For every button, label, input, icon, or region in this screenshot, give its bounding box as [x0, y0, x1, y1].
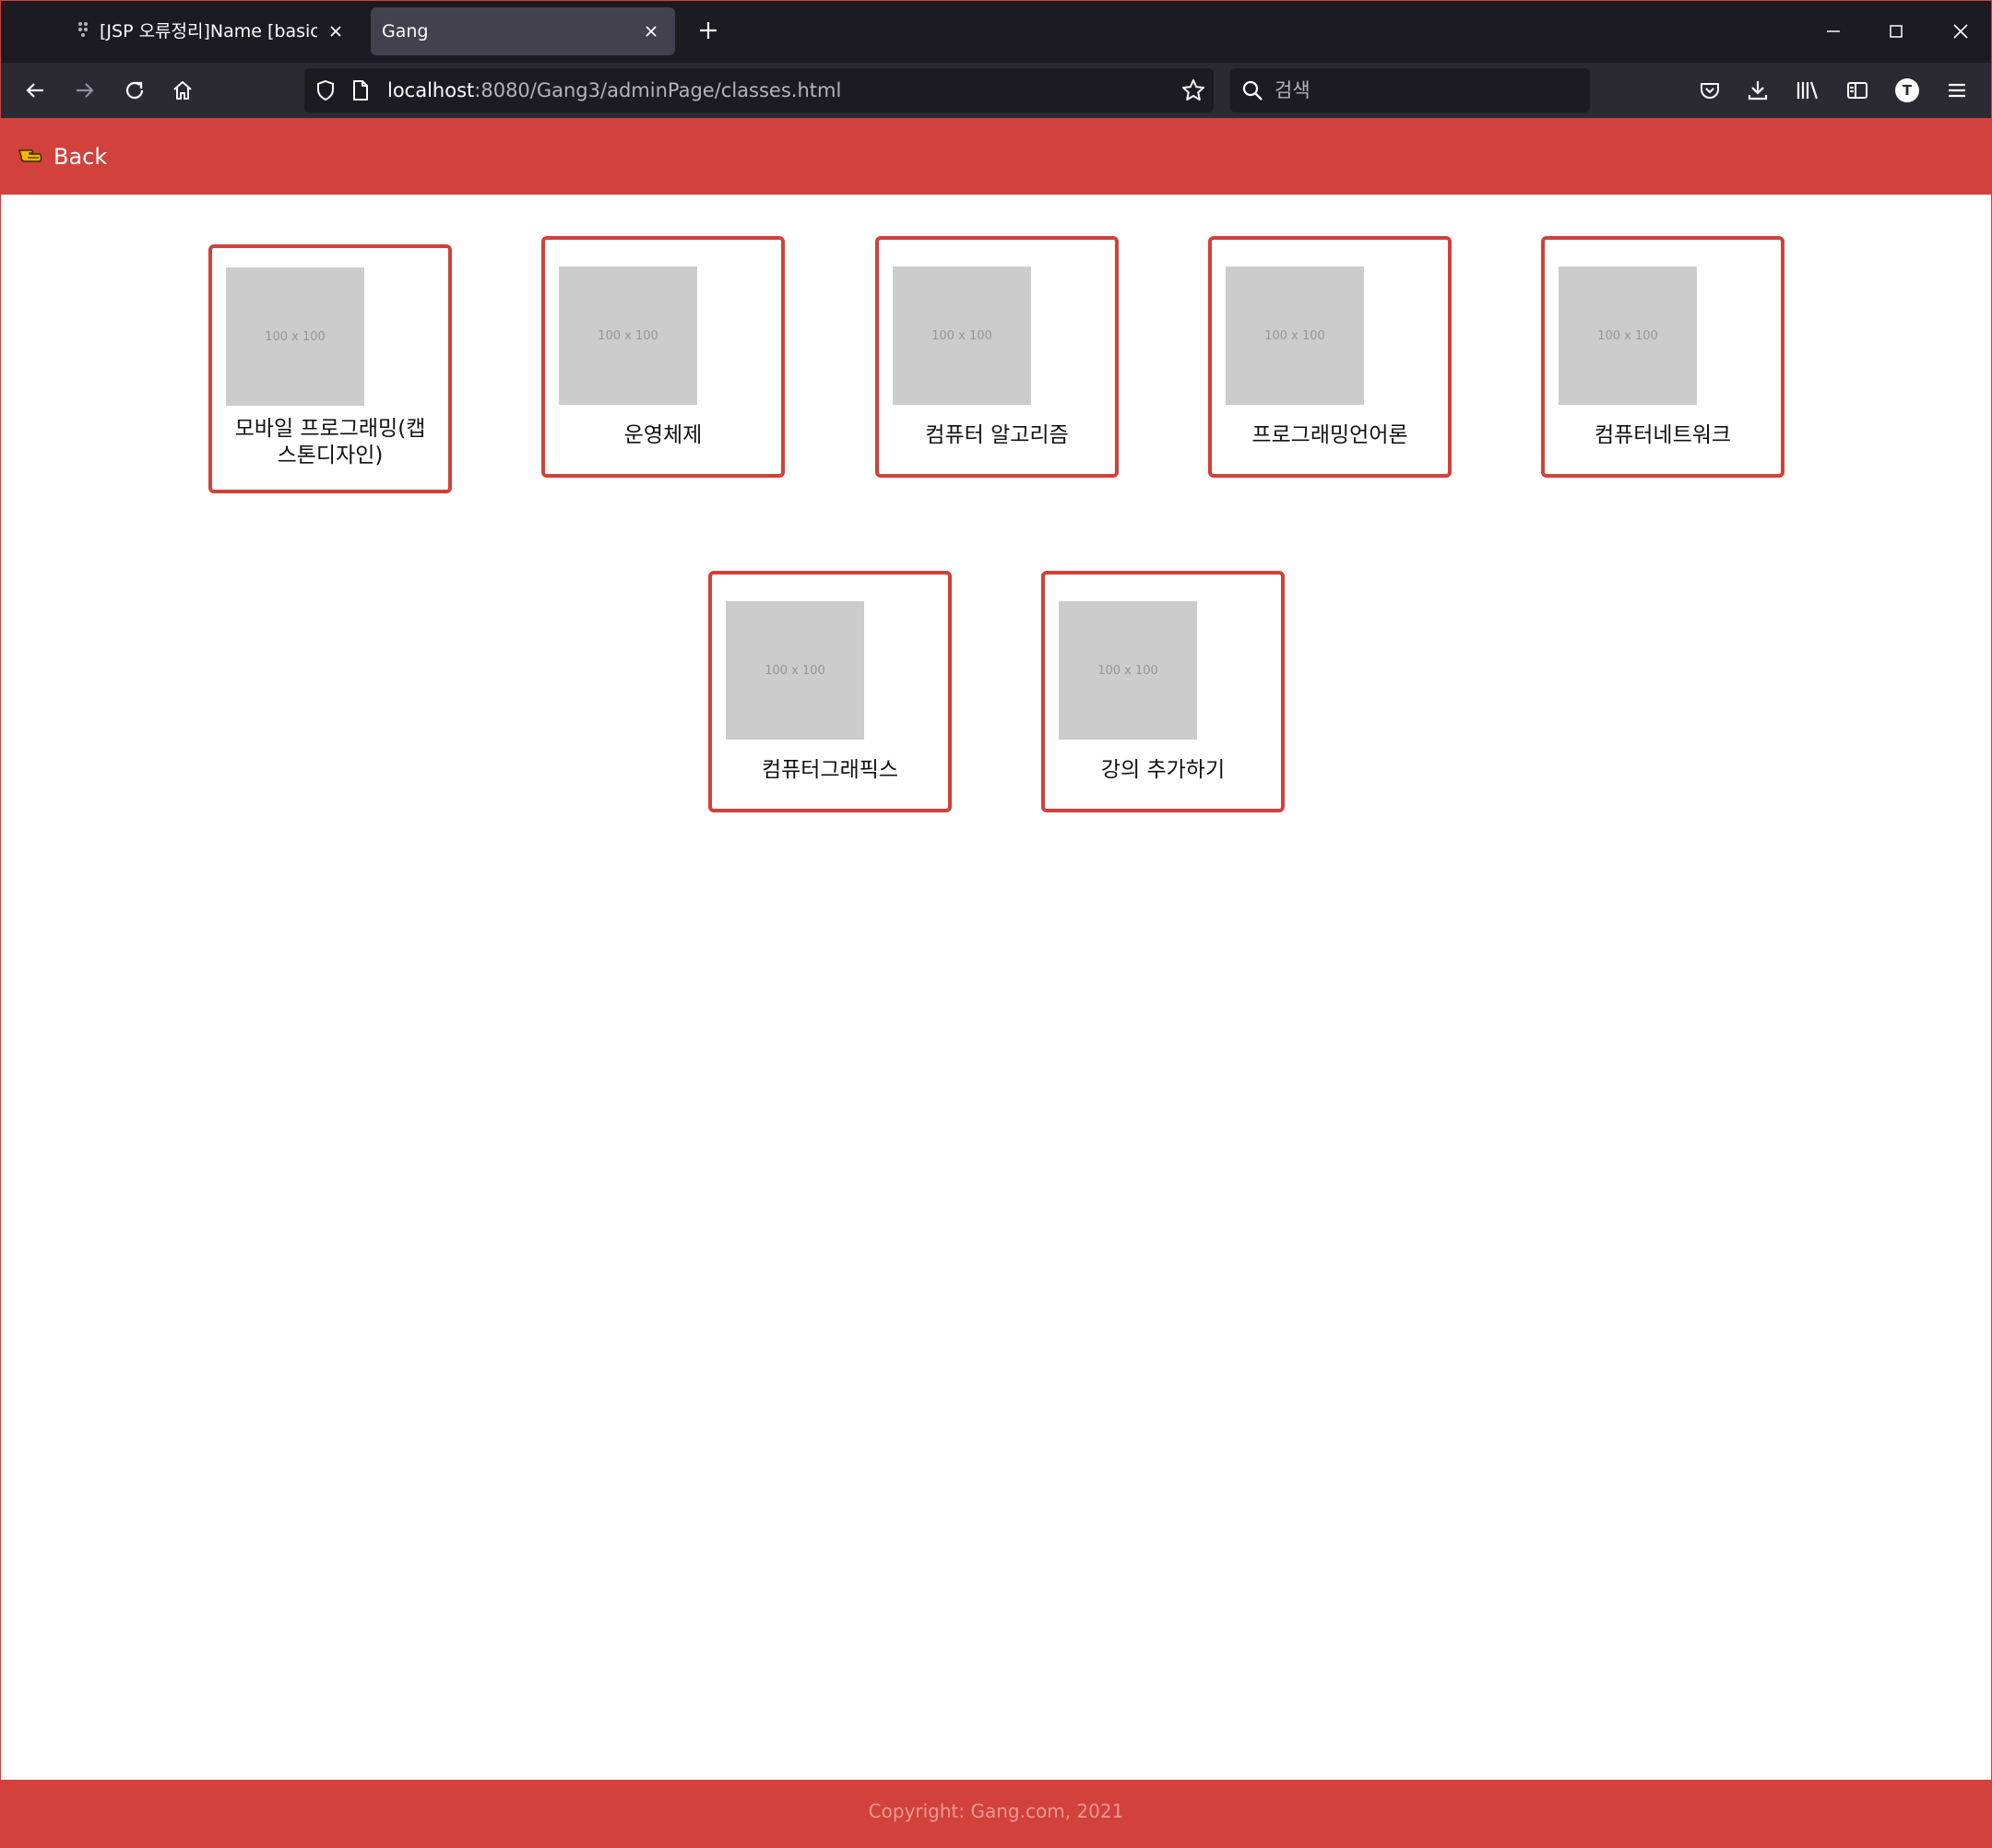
course-title: 컴퓨터네트워크	[1594, 423, 1732, 447]
close-window-button[interactable]	[1940, 11, 1981, 52]
tab-title: Gang	[382, 21, 429, 41]
search-bar[interactable]	[1230, 68, 1590, 113]
library-button[interactable]	[1787, 70, 1828, 111]
course-thumbnail: 100 x 100	[1559, 267, 1697, 405]
sidebar-toggle-button[interactable]	[1837, 70, 1878, 111]
course-card[interactable]: 100 x 100 컴퓨터그래픽스	[708, 571, 952, 812]
new-tab-button[interactable]	[694, 16, 723, 45]
forward-nav-button[interactable]	[65, 70, 105, 111]
page-footer: Copyright: Gang.com, 2021	[0, 1780, 1992, 1848]
course-card[interactable]: 100 x 100 컴퓨터네트워크	[1541, 236, 1784, 478]
add-course-label: 강의 추가하기	[1100, 758, 1226, 782]
course-title: 운영체제	[623, 423, 703, 447]
url-host: localhost	[387, 79, 475, 101]
tab-close-icon[interactable]	[323, 18, 349, 44]
course-thumbnail: 100 x 100	[226, 267, 364, 406]
search-input[interactable]	[1273, 76, 1571, 105]
back-label: Back	[53, 144, 108, 170]
copyright-text: Copyright: Gang.com, 2021	[868, 1800, 1124, 1822]
pocket-button[interactable]	[1690, 70, 1730, 111]
tab-favicon-icon	[76, 21, 94, 40]
course-title: 컴퓨터 알고리즘	[925, 423, 1069, 447]
navigation-toolbar: localhost:8080/Gang3/adminPage/classes.h…	[0, 63, 1992, 118]
back-nav-button[interactable]	[15, 70, 55, 111]
course-title: 프로그래밍언어론	[1251, 423, 1408, 447]
reload-button[interactable]	[114, 70, 155, 111]
account-avatar[interactable]: T	[1887, 70, 1927, 111]
course-title: 모바일 프로그래밍(캡스톤디자인)	[234, 417, 426, 468]
home-button[interactable]	[162, 70, 203, 111]
course-card[interactable]: 100 x 100 모바일 프로그래밍(캡스톤디자인)	[208, 244, 452, 493]
tab-close-icon[interactable]	[638, 18, 664, 44]
bookmark-star-icon[interactable]	[1180, 77, 1206, 107]
course-card[interactable]: 100 x 100 운영체제	[541, 236, 785, 478]
tab-gang[interactable]: Gang	[371, 7, 675, 55]
tracking-shield-icon[interactable]	[314, 78, 338, 106]
course-title: 컴퓨터그래픽스	[761, 758, 899, 782]
course-thumbnail: 100 x 100	[893, 267, 1031, 405]
profile-initial: T	[1895, 78, 1919, 102]
course-thumbnail: 100 x 100	[559, 267, 697, 405]
course-thumbnail: 100 x 100	[1226, 267, 1364, 405]
course-card[interactable]: 100 x 100 프로그래밍언어론	[1208, 236, 1452, 478]
page-info-icon[interactable]	[350, 78, 371, 106]
pointing-hand-icon	[17, 142, 44, 172]
url-path: :8080/Gang3/adminPage/classes.html	[474, 79, 842, 101]
tab-title: [JSP 오류정리]Name [basicjsp] i	[100, 21, 317, 41]
maximize-button[interactable]	[1876, 11, 1916, 52]
downloads-button[interactable]	[1737, 70, 1778, 111]
tab-jsp-error[interactable]: [JSP 오류정리]Name [basicjsp] i	[59, 7, 360, 55]
address-bar[interactable]: localhost:8080/Gang3/adminPage/classes.h…	[304, 68, 1214, 113]
back-link[interactable]: Back	[17, 138, 107, 175]
course-thumbnail: 100 x 100	[1059, 601, 1197, 740]
page-header: Back	[0, 118, 1992, 195]
app-menu-button[interactable]	[1937, 70, 1977, 111]
search-icon	[1241, 79, 1263, 105]
add-course-card[interactable]: 100 x 100 강의 추가하기	[1041, 571, 1285, 812]
tab-strip: [JSP 오류정리]Name [basicjsp] i Gang	[0, 0, 1992, 63]
minimize-button[interactable]	[1813, 11, 1854, 52]
course-card[interactable]: 100 x 100 컴퓨터 알고리즘	[875, 236, 1119, 478]
course-thumbnail: 100 x 100	[726, 601, 864, 740]
url-text[interactable]: localhost:8080/Gang3/adminPage/classes.h…	[387, 77, 841, 103]
